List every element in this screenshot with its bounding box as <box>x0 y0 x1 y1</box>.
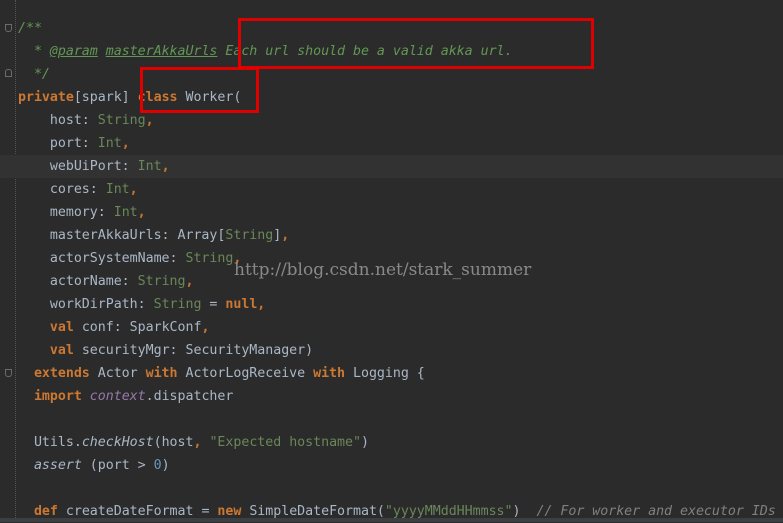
code-token: Int <box>137 159 162 174</box>
code-line[interactable]: val securityMgr: SecurityManager) <box>18 339 783 362</box>
code-token: masterAkkaUrls: Array[ <box>18 228 226 243</box>
code-token: String <box>153 297 202 312</box>
code-token: , <box>121 136 130 151</box>
fold-icon[interactable] <box>5 69 12 77</box>
code-line[interactable]: extends Actor with ActorLogReceive with … <box>18 362 783 385</box>
code-token: @param <box>49 44 98 59</box>
code-line[interactable]: cores: Int, <box>18 178 783 201</box>
horizontal-scrollbar[interactable] <box>0 518 783 522</box>
code-token: Int <box>113 205 138 220</box>
code-token: ) <box>360 435 369 450</box>
code-token: createDateFormat = <box>57 504 218 519</box>
code-token: context <box>89 389 146 404</box>
code-token: Logging { <box>345 366 425 381</box>
code-token: ) <box>512 504 537 519</box>
code-token: val <box>49 343 74 358</box>
code-token: * <box>18 44 50 59</box>
code-token: */ <box>18 67 50 82</box>
watermark: http://blog.csdn.net/stark_summer <box>234 260 532 280</box>
code-token: "Expected hostname" <box>209 435 361 450</box>
code-token: , <box>201 320 210 335</box>
code-line[interactable]: workDirPath: String = null, <box>18 293 783 316</box>
code-token: [spark] <box>73 90 138 105</box>
code-token: memory: <box>18 205 114 220</box>
code-line[interactable]: masterAkkaUrls: Array[String], <box>18 224 783 247</box>
code-line[interactable]: Utils.checkHost(host, "Expected hostname… <box>18 431 783 454</box>
code-token: .dispatcher <box>145 389 234 404</box>
code-token: new <box>217 504 242 519</box>
code-token: with <box>313 366 346 381</box>
code-line[interactable] <box>18 408 783 431</box>
code-token: , <box>137 205 146 220</box>
code-line[interactable]: private[spark] class Worker( <box>18 86 783 109</box>
code-line[interactable] <box>18 477 783 500</box>
code-token: host: <box>18 113 98 128</box>
code-token: with <box>145 366 178 381</box>
highlight-box-class <box>140 67 259 113</box>
code-token: String <box>137 274 186 289</box>
code-token: actorSystemName: <box>18 251 186 266</box>
code-token: null <box>225 297 258 312</box>
code-token: (host <box>153 435 194 450</box>
code-token: , <box>185 274 194 289</box>
code-token: extends <box>33 366 90 381</box>
code-line[interactable]: host: String, <box>18 109 783 132</box>
code-token: Actor <box>89 366 146 381</box>
code-token: conf: SparkConf <box>73 320 202 335</box>
code-token: , <box>281 228 290 243</box>
code-token: Int <box>105 182 130 197</box>
code-token: checkHost <box>81 435 154 450</box>
code-token: webUiPort: <box>18 159 138 174</box>
code-line[interactable]: import context.dispatcher <box>18 385 783 408</box>
code-token: SimpleDateFormat( <box>241 504 385 519</box>
code-token: import <box>33 389 82 404</box>
editor-gutter <box>0 0 16 522</box>
fold-icon[interactable] <box>5 24 12 32</box>
code-token: workDirPath: <box>18 297 154 312</box>
code-token: /** <box>18 21 42 36</box>
code-token: "yyyyMMddHHmmss" <box>384 504 513 519</box>
code-token: Int <box>97 136 122 151</box>
fold-icon[interactable] <box>5 369 12 377</box>
code-token: , <box>129 182 138 197</box>
code-token: private <box>18 90 74 105</box>
code-line[interactable]: webUiPort: Int, <box>0 155 783 178</box>
code-token: = <box>201 297 226 312</box>
code-token: def <box>33 504 58 519</box>
code-token: String <box>185 251 234 266</box>
code-token: // For worker and executor IDs <box>536 504 776 519</box>
code-token: String <box>225 228 274 243</box>
code-token: securityMgr: SecurityManager) <box>73 343 314 358</box>
code-token: val <box>49 320 74 335</box>
code-token: cores: <box>18 182 106 197</box>
code-line[interactable]: port: Int, <box>18 132 783 155</box>
code-token: , <box>161 159 170 174</box>
code-token: ActorLogReceive <box>177 366 314 381</box>
code-token: (port > <box>81 458 154 473</box>
code-token: masterAkkaUrls <box>105 44 218 59</box>
code-token: , <box>145 113 154 128</box>
code-token: , <box>257 297 266 312</box>
code-token: Utils. <box>18 435 82 450</box>
code-token: 0 <box>153 458 162 473</box>
code-token: , <box>193 435 210 450</box>
code-token: String <box>97 113 146 128</box>
code-token: port: <box>18 136 98 151</box>
code-token: ) <box>161 458 170 473</box>
code-line[interactable]: memory: Int, <box>18 201 783 224</box>
code-token: assert <box>33 458 82 473</box>
code-line[interactable]: val conf: SparkConf, <box>18 316 783 339</box>
code-token: actorName: <box>18 274 138 289</box>
highlight-box-doc <box>238 18 594 69</box>
code-line[interactable]: assert (port > 0) <box>18 454 783 477</box>
